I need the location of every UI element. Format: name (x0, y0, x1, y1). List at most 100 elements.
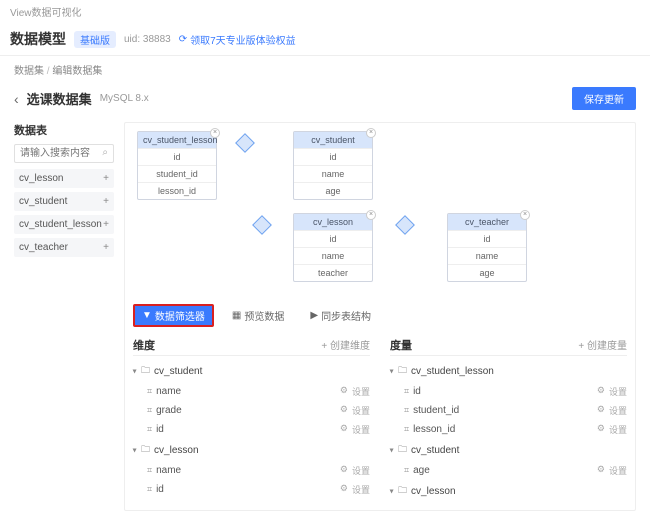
join-icon[interactable] (235, 133, 255, 153)
config-label[interactable]: 设置 (609, 404, 627, 417)
page-title: 数据模型 (10, 29, 66, 49)
upgrade-link[interactable]: ⟳ 领取7天专业版体验权益 (179, 32, 296, 47)
config-label[interactable]: 设置 (352, 404, 370, 417)
table-cv_teacher[interactable]: cv_teacher×idnameage (447, 213, 527, 282)
gear-icon[interactable]: ⚙ (597, 404, 605, 417)
header: 数据模型 基础版 uid: 38883 ⟳ 领取7天专业版体验权益 (0, 23, 650, 56)
search-icon[interactable]: ⌕ (99, 147, 111, 160)
gear-icon[interactable]: ⚙ (340, 404, 348, 417)
save-button[interactable]: 保存更新 (572, 87, 636, 110)
add-measure-button[interactable]: + 创建度量 (578, 337, 627, 353)
field-group[interactable]: 🗀cv_student (133, 360, 370, 382)
hash-icon: ⌗ (147, 424, 152, 435)
gear-icon[interactable]: ⚙ (340, 385, 348, 398)
refresh-icon: ⟳ (179, 34, 187, 45)
close-icon[interactable]: × (366, 210, 376, 220)
hash-icon: ⌗ (147, 465, 152, 476)
gear-icon[interactable]: ⚙ (597, 385, 605, 398)
field-group[interactable]: 🗀cv_lesson (133, 439, 370, 461)
folder-icon: 🗀 (141, 442, 150, 458)
config-label[interactable]: 设置 (352, 464, 370, 477)
gear-icon[interactable]: ⚙ (597, 464, 605, 477)
folder-icon: 🗀 (141, 363, 150, 379)
hash-icon: ⌗ (147, 386, 152, 397)
table-item[interactable]: cv_student_lesson+ (14, 215, 114, 234)
plus-icon[interactable]: + (103, 219, 109, 230)
gear-icon[interactable]: ⚙ (340, 423, 348, 436)
grid-icon: ▦ (232, 310, 241, 321)
field-item[interactable]: ⌗name⚙设置 (133, 461, 370, 480)
plus-icon[interactable]: + (103, 196, 109, 207)
mea-title: 度量 (390, 337, 412, 353)
measures-panel: 度量 + 创建度量 🗀cv_student_lesson⌗id⚙设置⌗stude… (390, 335, 627, 502)
close-icon[interactable]: × (366, 128, 376, 138)
join-icon[interactable] (252, 215, 272, 235)
crumb-1[interactable]: 数据集 (14, 66, 44, 77)
gear-icon[interactable]: ⚙ (340, 464, 348, 477)
hash-icon: ⌗ (404, 424, 409, 435)
config-label[interactable]: 设置 (352, 483, 370, 496)
field-item[interactable]: ⌗id⚙设置 (390, 382, 627, 401)
field-group[interactable]: 🗀cv_lesson (390, 480, 627, 502)
config-label[interactable]: 设置 (609, 385, 627, 398)
er-diagram[interactable]: cv_student_lesson×idstudent_idlesson_id … (133, 131, 627, 301)
dimensions-panel: 维度 + 创建维度 🗀cv_student⌗name⚙设置⌗grade⚙设置⌗i… (133, 335, 370, 502)
filter-icon: ▼ (142, 310, 152, 321)
tab-preview[interactable]: ▦ 预览数据 (224, 305, 292, 326)
search-input[interactable] (17, 147, 99, 160)
upgrade-text: 领取7天专业版体验权益 (190, 32, 296, 47)
dim-title: 维度 (133, 337, 155, 353)
plan-badge: 基础版 (74, 31, 116, 48)
dataset-titlebar: ‹ 选课数据集 MySQL 8.x 保存更新 (0, 83, 650, 114)
field-item[interactable]: ⌗id⚙设置 (133, 420, 370, 439)
table-item[interactable]: cv_teacher+ (14, 238, 114, 257)
back-icon[interactable]: ‹ (14, 91, 19, 107)
close-icon[interactable]: × (210, 128, 220, 138)
field-group[interactable]: 🗀cv_student (390, 439, 627, 461)
sidebar: 数据表 ⌕ cv_lesson+ cv_student+ cv_student_le… (14, 122, 114, 511)
field-item[interactable]: ⌗lesson_id⚙设置 (390, 420, 627, 439)
table-cv_lesson[interactable]: cv_lesson×idnameteacher (293, 213, 373, 282)
hash-icon: ⌗ (404, 386, 409, 397)
table-cv_student[interactable]: cv_student×idnameage (293, 131, 373, 200)
play-icon: ▶ (310, 310, 318, 321)
crumb-2: 编辑数据集 (47, 66, 103, 77)
sidebar-title: 数据表 (14, 122, 114, 138)
plus-icon[interactable]: + (103, 242, 109, 253)
folder-icon: 🗀 (398, 442, 407, 458)
field-item[interactable]: ⌗name⚙设置 (133, 382, 370, 401)
close-icon[interactable]: × (520, 210, 530, 220)
breadcrumb: 数据集 编辑数据集 (0, 56, 650, 83)
tab-filter[interactable]: ▼ 数据筛选器 (133, 304, 214, 327)
add-dimension-button[interactable]: + 创建维度 (321, 337, 370, 353)
join-icon[interactable] (395, 215, 415, 235)
config-label[interactable]: 设置 (609, 423, 627, 436)
table-item[interactable]: cv_student+ (14, 192, 114, 211)
table-cv_student_lesson[interactable]: cv_student_lesson×idstudent_idlesson_id (137, 131, 217, 200)
search-box: ⌕ (14, 144, 114, 163)
field-item[interactable]: ⌗id⚙设置 (133, 480, 370, 499)
hash-icon: ⌗ (147, 484, 152, 495)
gear-icon[interactable]: ⚙ (597, 423, 605, 436)
field-group[interactable]: 🗀cv_student_lesson (390, 360, 627, 382)
dataset-name: 选课数据集 (27, 89, 92, 108)
hash-icon: ⌗ (404, 465, 409, 476)
field-item[interactable]: ⌗age⚙设置 (390, 461, 627, 480)
hash-icon: ⌗ (147, 405, 152, 416)
config-label[interactable]: 设置 (352, 385, 370, 398)
table-item[interactable]: cv_lesson+ (14, 169, 114, 188)
product-name: View数据可视化 (0, 0, 650, 23)
tab-sync[interactable]: ▶ 同步表结构 (302, 305, 379, 326)
folder-icon: 🗀 (398, 363, 407, 379)
config-label[interactable]: 设置 (352, 423, 370, 436)
config-label[interactable]: 设置 (609, 464, 627, 477)
uid-label: uid: 38883 (124, 34, 171, 45)
hash-icon: ⌗ (404, 405, 409, 416)
panel-tabs: ▼ 数据筛选器 ▦ 预览数据 ▶ 同步表结构 (133, 304, 627, 327)
model-canvas: cv_student_lesson×idstudent_idlesson_id … (124, 122, 636, 511)
field-item[interactable]: ⌗grade⚙设置 (133, 401, 370, 420)
gear-icon[interactable]: ⚙ (340, 483, 348, 496)
plus-icon[interactable]: + (103, 173, 109, 184)
field-item[interactable]: ⌗student_id⚙设置 (390, 401, 627, 420)
db-version: MySQL 8.x (100, 93, 149, 104)
